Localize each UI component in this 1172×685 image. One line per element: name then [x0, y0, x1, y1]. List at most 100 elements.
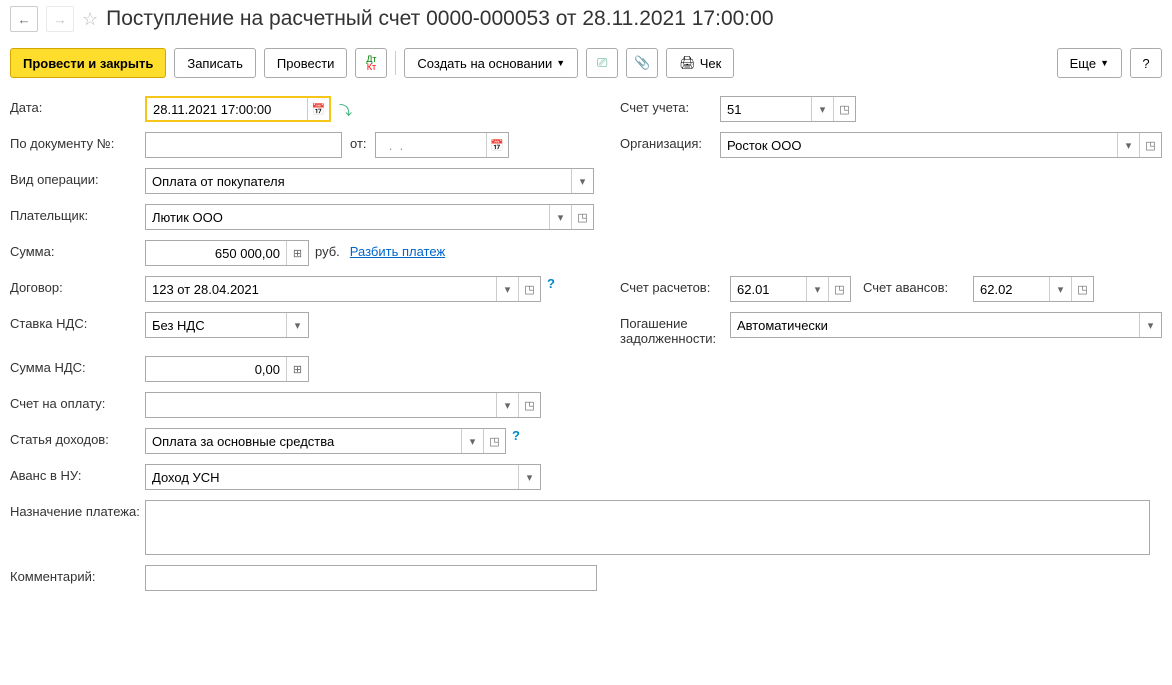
separator: [395, 51, 396, 75]
payer-input[interactable]: [146, 205, 549, 229]
invoice-label: Счет на оплату:: [10, 392, 145, 411]
create-based-on-button[interactable]: Создать на основании ▼: [404, 48, 578, 78]
dropdown-icon[interactable]: ▾: [286, 313, 308, 337]
structure-button[interactable]: ⎚: [586, 48, 618, 78]
invoice-input[interactable]: [146, 393, 496, 417]
vatrate-label: Ставка НДС:: [10, 312, 145, 331]
dropdown-icon[interactable]: ▾: [571, 169, 593, 193]
sum-label: Сумма:: [10, 240, 145, 259]
dtkt-button[interactable]: ДтКт: [355, 48, 387, 78]
invoice-group[interactable]: ▾ ◳: [145, 392, 541, 418]
account-label: Счет учета:: [620, 96, 720, 115]
structure-icon: ⎚: [597, 55, 607, 71]
dropdown-icon[interactable]: ▾: [496, 393, 518, 417]
sum-input[interactable]: [146, 241, 286, 265]
help-icon[interactable]: ?: [512, 428, 520, 443]
attach-button[interactable]: 📎: [626, 48, 658, 78]
payer-input-group[interactable]: ▾ ◳: [145, 204, 594, 230]
dropdown-icon[interactable]: ▾: [1139, 313, 1161, 337]
date-input-group[interactable]: 📅: [145, 96, 331, 122]
debt-repay-input[interactable]: [731, 313, 1139, 337]
settle-acc-label: Счет расчетов:: [620, 276, 730, 295]
calculator-icon[interactable]: ⊞: [286, 357, 308, 381]
open-icon[interactable]: ◳: [833, 97, 855, 121]
docno-input[interactable]: [146, 133, 341, 157]
date-label: Дата:: [10, 96, 145, 115]
dropdown-icon[interactable]: ▾: [549, 205, 571, 229]
receipt-icon: 🖨: [679, 55, 696, 71]
dropdown-icon[interactable]: ▾: [1117, 133, 1139, 157]
date-input[interactable]: [147, 98, 307, 120]
help-button[interactable]: ?: [1130, 48, 1162, 78]
vatsum-input[interactable]: [146, 357, 286, 381]
advance-acc-label: Счет авансов:: [863, 276, 973, 295]
income-item-group[interactable]: ▾ ◳: [145, 428, 506, 454]
forward-button[interactable]: →: [46, 6, 74, 32]
optype-label: Вид операции:: [10, 168, 145, 187]
account-input[interactable]: [721, 97, 811, 121]
calendar-icon[interactable]: 📅: [307, 98, 329, 120]
advance-nu-group[interactable]: ▾: [145, 464, 541, 490]
chevron-down-icon: ▼: [1100, 58, 1109, 68]
open-icon[interactable]: ◳: [1071, 277, 1093, 301]
open-icon[interactable]: ◳: [518, 393, 540, 417]
back-button[interactable]: ←: [10, 6, 38, 32]
post-button[interactable]: Провести: [264, 48, 348, 78]
dropdown-icon[interactable]: ▾: [806, 277, 828, 301]
from-date-group[interactable]: 📅: [375, 132, 509, 158]
settle-acc-group[interactable]: ▾ ◳: [730, 276, 851, 302]
contract-input[interactable]: [146, 277, 496, 301]
income-item-input[interactable]: [146, 429, 461, 453]
favorite-star-icon[interactable]: ☆: [82, 9, 98, 30]
comment-label: Комментарий:: [10, 565, 145, 584]
refresh-icon[interactable]: ⤵: [339, 96, 352, 119]
calendar-icon[interactable]: 📅: [486, 133, 508, 157]
optype-input-group[interactable]: ▾: [145, 168, 594, 194]
advance-acc-group[interactable]: ▾ ◳: [973, 276, 1094, 302]
vatrate-input[interactable]: [146, 313, 286, 337]
org-input-group[interactable]: ▾ ◳: [720, 132, 1162, 158]
contract-label: Договор:: [10, 276, 145, 295]
receipt-button[interactable]: 🖨 Чек: [666, 48, 734, 78]
open-icon[interactable]: ◳: [1139, 133, 1161, 157]
save-button[interactable]: Записать: [174, 48, 256, 78]
org-input[interactable]: [721, 133, 1117, 157]
contract-input-group[interactable]: ▾ ◳: [145, 276, 541, 302]
help-icon[interactable]: ?: [547, 276, 555, 291]
purpose-textarea[interactable]: [145, 500, 1150, 555]
arrow-right-icon: →: [53, 12, 66, 27]
advance-acc-input[interactable]: [974, 277, 1049, 301]
settle-acc-input[interactable]: [731, 277, 806, 301]
open-icon[interactable]: ◳: [483, 429, 505, 453]
advance-nu-input[interactable]: [146, 465, 518, 489]
calculator-icon[interactable]: ⊞: [286, 241, 308, 265]
income-item-label: Статья доходов:: [10, 428, 145, 447]
vatsum-group[interactable]: ⊞: [145, 356, 309, 382]
post-and-close-button[interactable]: Провести и закрыть: [10, 48, 166, 78]
open-icon[interactable]: ◳: [828, 277, 850, 301]
more-button[interactable]: Еще ▼: [1057, 48, 1122, 78]
arrow-left-icon: ←: [17, 12, 30, 27]
open-icon[interactable]: ◳: [518, 277, 540, 301]
docno-input-group[interactable]: [145, 132, 342, 158]
dropdown-icon[interactable]: ▾: [518, 465, 540, 489]
dtkt-icon: ДтКт: [366, 55, 376, 71]
currency-label: руб.: [315, 240, 340, 259]
account-input-group[interactable]: ▾ ◳: [720, 96, 856, 122]
sum-input-group[interactable]: ⊞: [145, 240, 309, 266]
optype-input[interactable]: [146, 169, 571, 193]
docno-label: По документу №:: [10, 132, 145, 151]
comment-group[interactable]: [145, 565, 597, 591]
dropdown-icon[interactable]: ▾: [461, 429, 483, 453]
vatrate-group[interactable]: ▾: [145, 312, 309, 338]
open-icon[interactable]: ◳: [571, 205, 593, 229]
from-date-input[interactable]: [376, 133, 486, 157]
dropdown-icon[interactable]: ▾: [811, 97, 833, 121]
comment-input[interactable]: [146, 566, 596, 590]
dropdown-icon[interactable]: ▾: [496, 277, 518, 301]
split-payment-link[interactable]: Разбить платеж: [350, 244, 445, 259]
advance-nu-label: Аванс в НУ:: [10, 464, 145, 483]
chevron-down-icon: ▼: [556, 58, 565, 68]
dropdown-icon[interactable]: ▾: [1049, 277, 1071, 301]
debt-repay-group[interactable]: ▾: [730, 312, 1162, 338]
